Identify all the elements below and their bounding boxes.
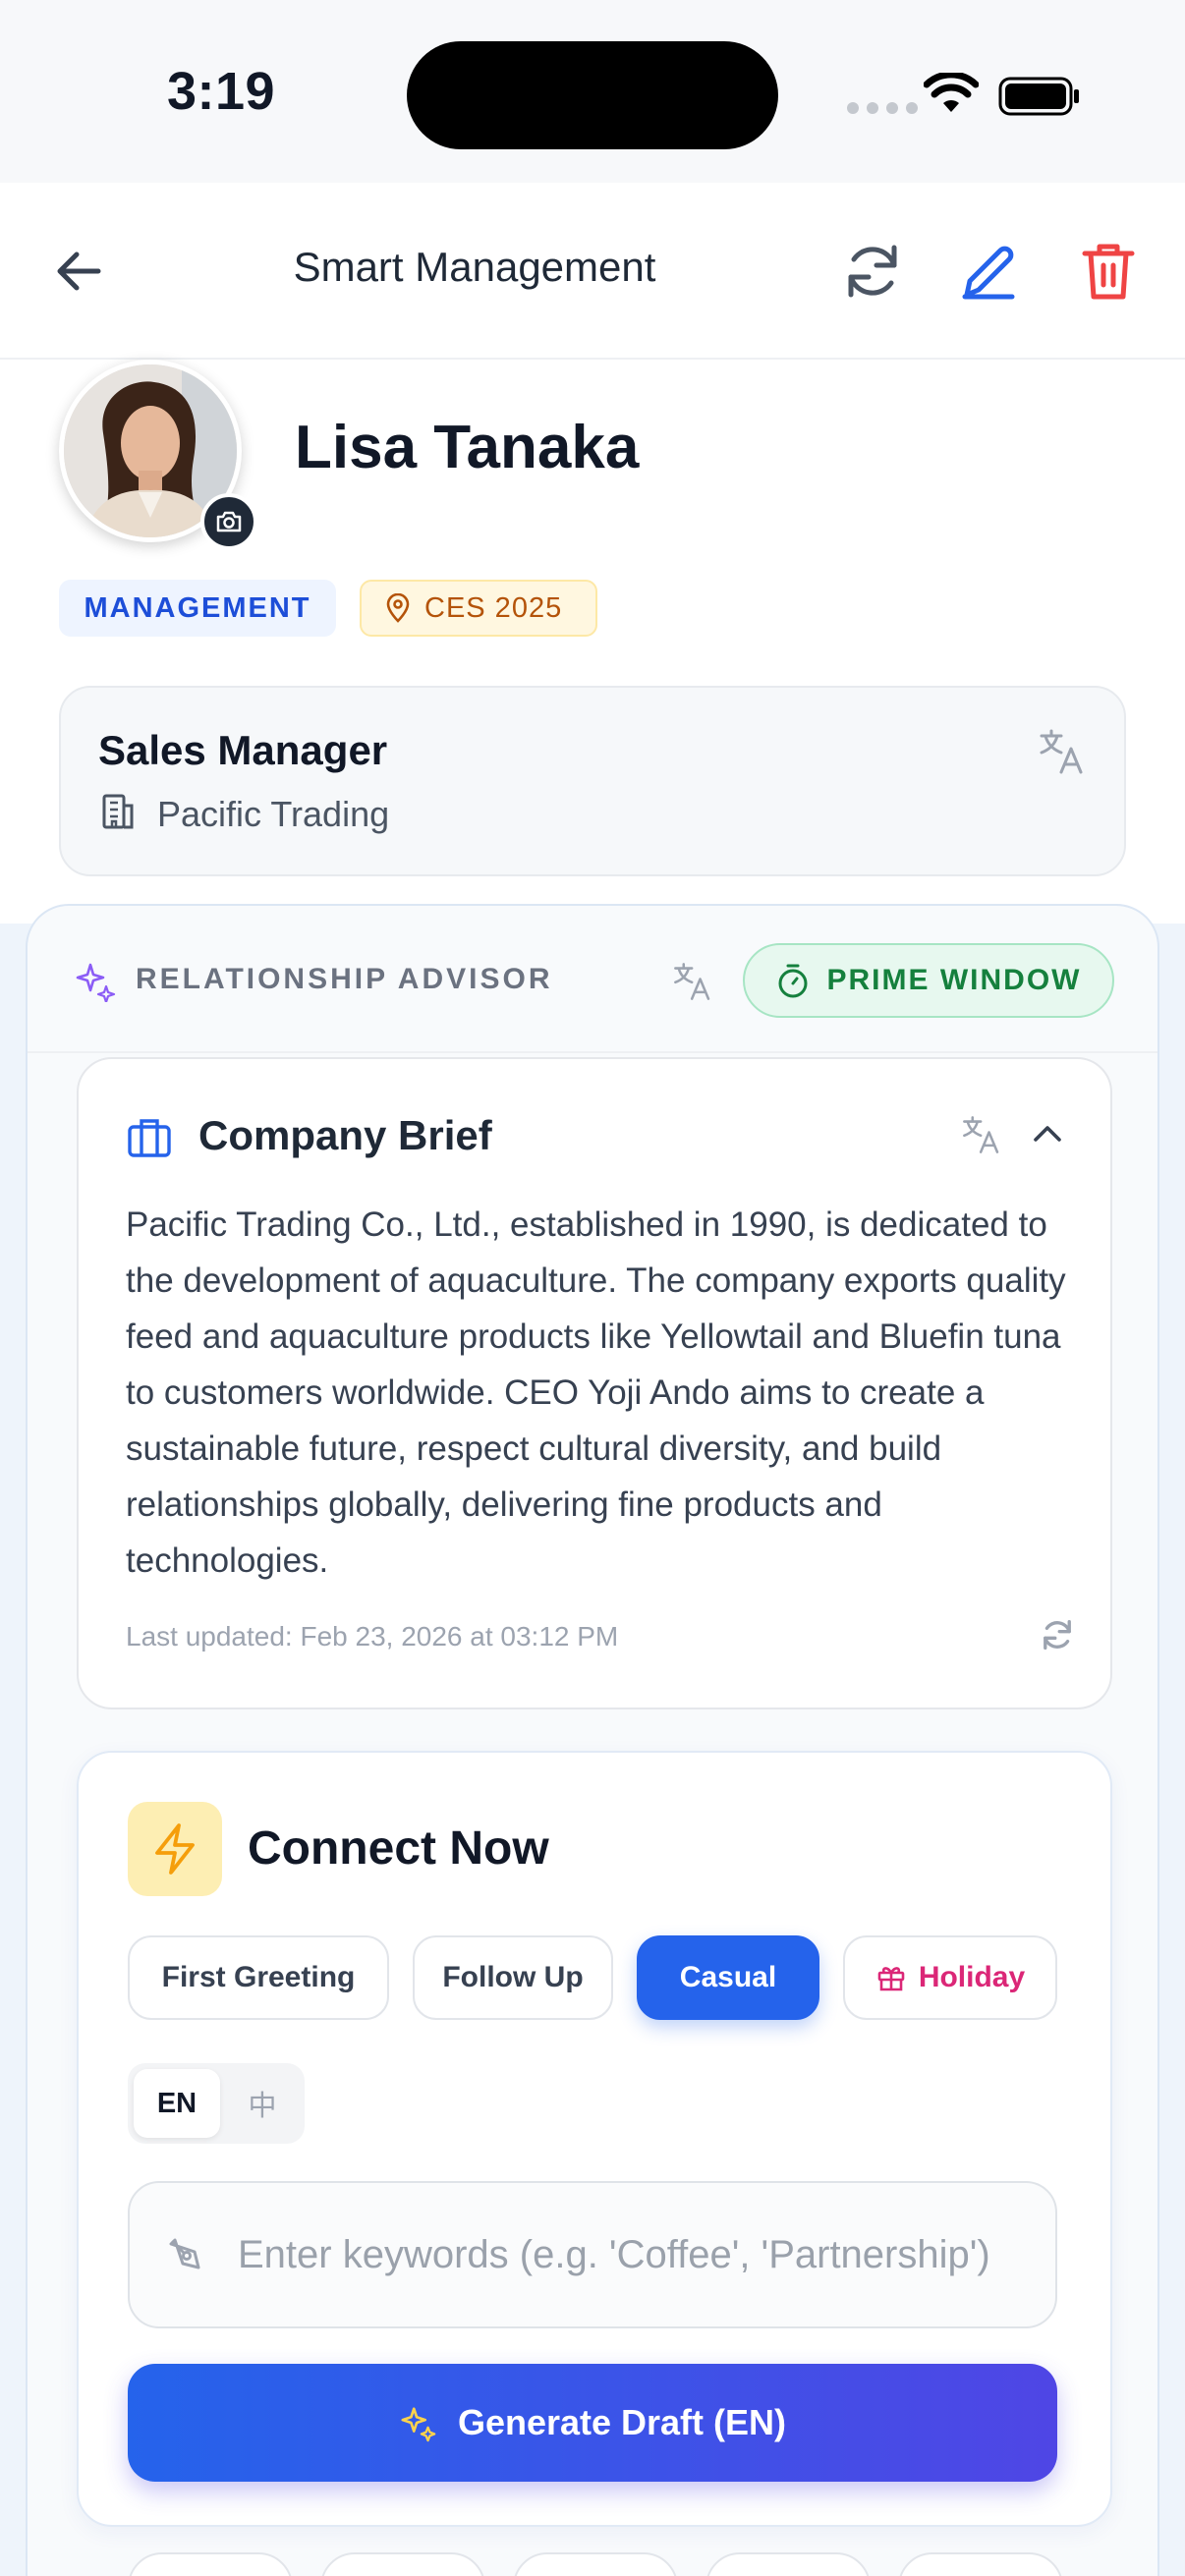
briefcase-icon (128, 1119, 171, 1157)
translate-icon[interactable] (1038, 727, 1087, 776)
event-tag-label: CES 2025 (424, 591, 563, 624)
company-name: Pacific Trading (157, 794, 390, 834)
translate-icon[interactable] (672, 961, 713, 1002)
refresh-button[interactable] (837, 236, 908, 307)
chip-holiday[interactable]: Holiday (843, 1935, 1057, 2020)
department-tag: MANAGEMENT (59, 580, 336, 637)
last-updated-text: Last updated: Feb 23, 2026 at 03:12 PM (126, 1621, 619, 1652)
company-brief-title: Company Brief (198, 1112, 492, 1158)
pen-tool-icon (169, 2238, 200, 2269)
keyword-field[interactable] (128, 2181, 1057, 2328)
company-brief-card: Company Brief Pacific Trading Co., Ltd.,… (77, 1057, 1112, 1709)
status-bar: 3:19 (0, 0, 1185, 183)
translate-icon[interactable] (961, 1114, 1002, 1155)
company-brief-text: Pacific Trading Co., Ltd., established i… (126, 1205, 1066, 1580)
template-pill-row (28, 2552, 1157, 2576)
template-pill[interactable] (898, 2552, 1063, 2576)
edit-button[interactable] (953, 236, 1024, 307)
language-toggle: EN 中 (128, 2063, 305, 2144)
delete-button[interactable] (1073, 236, 1144, 307)
refresh-brief-icon[interactable] (1038, 1615, 1077, 1654)
wifi-icon (924, 73, 979, 112)
advisor-title: RELATIONSHIP ADVISOR (136, 963, 553, 995)
job-card: Sales Manager Pacific Trading (59, 686, 1126, 876)
building-icon (102, 794, 134, 829)
sparkles-icon (401, 2407, 436, 2442)
camera-icon (216, 511, 242, 532)
chip-casual[interactable]: Casual (637, 1935, 819, 2020)
keyword-input[interactable] (238, 2183, 1034, 2326)
chip-holiday-label: Holiday (918, 1961, 1026, 1993)
chip-follow-up[interactable]: Follow Up (413, 1935, 613, 2020)
event-tag: CES 2025 (360, 580, 597, 637)
dynamic-island (407, 41, 778, 149)
language-zh-option[interactable]: 中 (226, 2069, 299, 2138)
profile-section: Lisa Tanaka MANAGEMENT CES 2025 Sales Ma… (0, 360, 1185, 924)
template-pill[interactable] (128, 2552, 293, 2576)
template-pill[interactable] (705, 2552, 871, 2576)
language-en-option[interactable]: EN (134, 2069, 220, 2138)
change-photo-button[interactable] (200, 493, 257, 550)
template-pill[interactable] (320, 2552, 485, 2576)
status-time: 3:19 (167, 62, 276, 121)
page-title: Smart Management (293, 244, 656, 290)
contact-name: Lisa Tanaka (295, 414, 640, 481)
connect-now-card: Connect Now First Greeting Follow Up Cas… (77, 1751, 1112, 2527)
connect-now-title: Connect Now (248, 1822, 549, 1875)
relationship-advisor-panel: RELATIONSHIP ADVISOR PRIME WINDOW Compan… (26, 904, 1159, 2576)
timer-icon (778, 964, 807, 998)
prime-window-label: PRIME WINDOW (826, 964, 1082, 996)
generate-draft-label: Generate Draft (EN) (457, 2402, 787, 2442)
sparkles-icon (76, 963, 116, 1002)
job-title: Sales Manager (98, 727, 388, 773)
gift-icon (877, 1967, 905, 1991)
advisor-header: RELATIONSHIP ADVISOR PRIME WINDOW (28, 906, 1157, 1053)
prime-window-badge: PRIME WINDOW (743, 943, 1114, 1018)
chip-first-greeting[interactable]: First Greeting (128, 1935, 389, 2020)
location-pin-icon (386, 593, 410, 623)
app-header: Smart Management (0, 183, 1185, 360)
avatar-container[interactable] (59, 360, 257, 550)
chevron-up-icon[interactable] (1030, 1118, 1065, 1148)
battery-icon (998, 77, 1079, 116)
template-pill[interactable] (513, 2552, 678, 2576)
lightning-bolt-icon (155, 1823, 195, 1875)
cellular-signal-icon (847, 102, 918, 114)
generate-draft-button[interactable]: Generate Draft (EN) (128, 2364, 1057, 2482)
bolt-badge (128, 1802, 222, 1896)
